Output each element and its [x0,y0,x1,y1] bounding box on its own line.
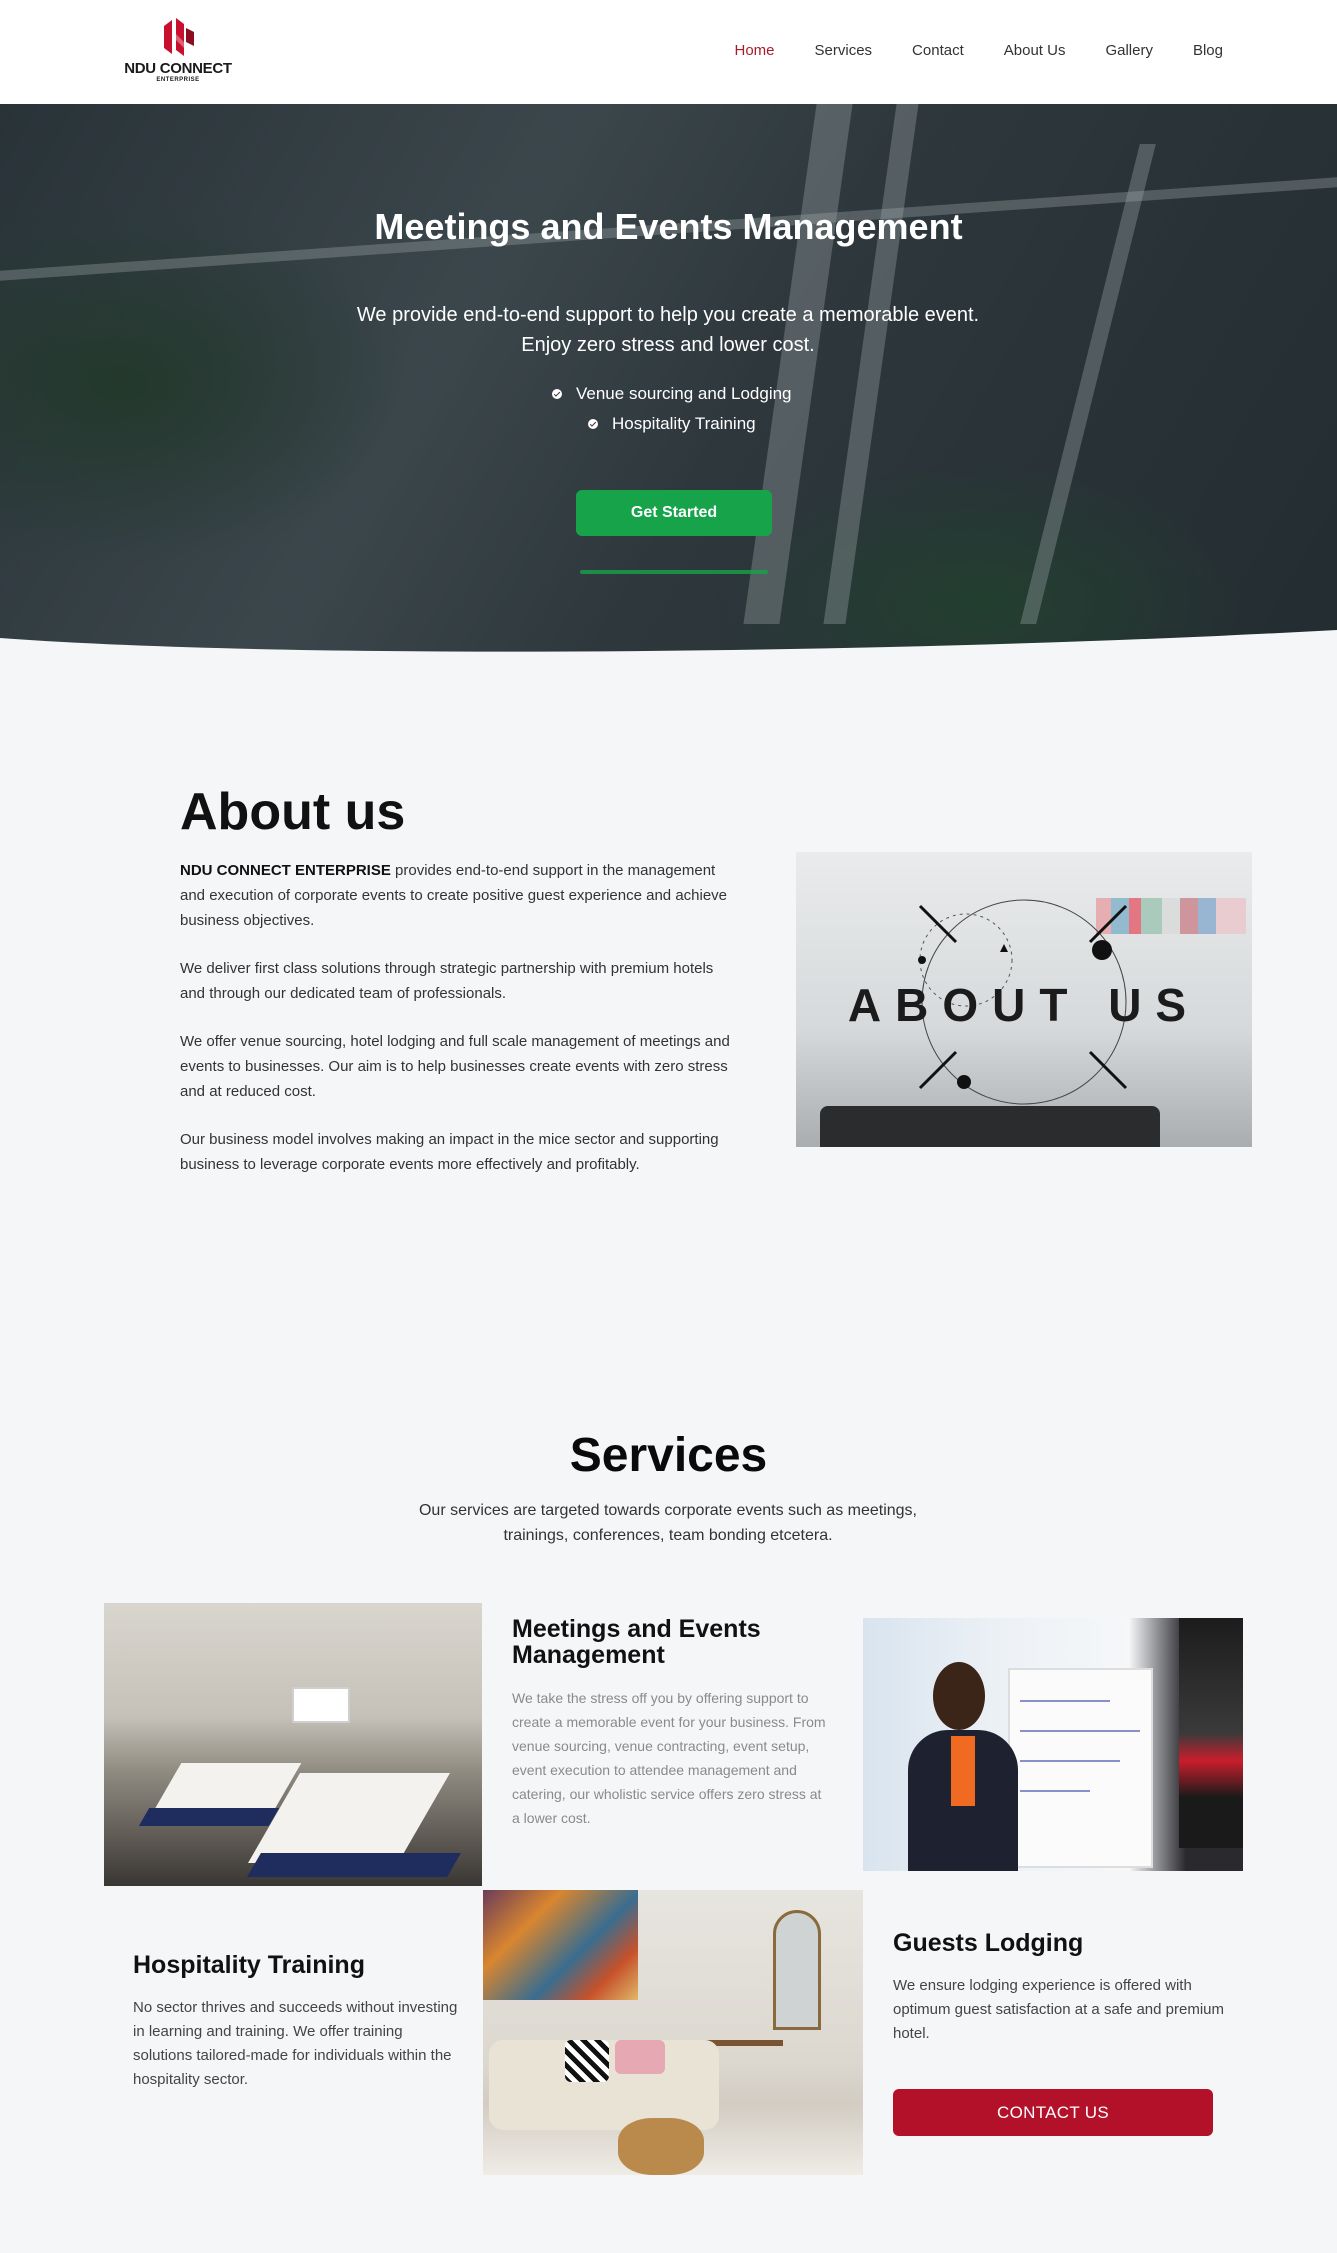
hospitality-title: Hospitality Training [133,1951,365,1979]
hero-subtitle-line-1: We provide end-to-end support to help yo… [356,304,980,326]
hero-section: Meetings and Events Management We provid… [0,104,1337,674]
main-nav: Home Services Contact About Us Gallery B… [735,42,1224,59]
hero-bullet-label: Venue sourcing and Lodging [576,384,792,403]
logo-mark-icon [164,18,194,56]
services-subtitle: Our services are targeted towards corpor… [418,1502,917,1544]
chair-row [247,1853,461,1877]
brand-logo[interactable]: NDU CONNECT ENTERPRISE [118,16,238,88]
meetings-text: We take the stress off you by offering s… [512,1690,826,1826]
hero-title: Meetings and Events Management [374,206,963,247]
hero-bullet: Hospitality Training [588,414,756,434]
pillow [615,2040,665,2074]
person-head [933,1662,985,1730]
conference-room-image [104,1603,482,1886]
nav-gallery[interactable]: Gallery [1105,42,1153,59]
nav-home[interactable]: Home [735,42,775,59]
meetings-title: Meetings and Events Management [512,1615,761,1669]
woven-stool [618,2118,704,2175]
brand-sub: ENTERPRISE [156,77,200,83]
about-paragraph-1: NDU CONNECT ENTERPRISE provides end-to-e… [180,858,740,933]
button-underline-decoration [580,570,768,574]
check-icon [588,419,598,429]
nav-services[interactable]: Services [815,42,873,59]
laptop-decoration [820,1106,1160,1147]
about-company-name: NDU CONNECT ENTERPRISE [180,862,391,879]
site-header: NDU CONNECT ENTERPRISE Home Services Con… [0,0,1337,104]
hero-subtitle-line-2: Enjoy zero stress and lower cost. [521,334,815,356]
chair-row [138,1808,280,1826]
check-icon [552,389,562,399]
nav-contact[interactable]: Contact [912,42,964,59]
brand-name: NDU CONNECT [124,60,232,77]
contact-us-button[interactable]: CONTACT US [893,2089,1213,2136]
whiteboard [1008,1668,1153,1868]
hospitality-text: No sector thrives and succeeds without i… [133,1999,458,2088]
person-shirt [951,1736,975,1806]
nav-about-us[interactable]: About Us [1004,42,1066,59]
services-title: Services [569,1429,768,1482]
lodging-room-image [483,1890,863,2175]
wall-painting [483,1890,638,2000]
hero-bullet: Venue sourcing and Lodging [552,384,792,404]
projector-screen [292,1687,350,1723]
lodging-text: We ensure lodging experience is offered … [893,1977,1224,2042]
nav-blog[interactable]: Blog [1193,42,1223,59]
pillow [565,2040,609,2082]
wall-mirror [773,1910,821,2030]
about-paragraph-4: Our business model involves making an im… [180,1131,719,1173]
wall-art [1179,1618,1243,1848]
about-title: About us [180,783,406,841]
hero-wave-divider [0,630,1337,674]
about-text: NDU CONNECT ENTERPRISE provides end-to-e… [180,858,740,1200]
about-paragraph-2: We deliver first class solutions through… [180,960,714,1002]
hero-bullet-label: Hospitality Training [612,414,756,433]
about-image: ABOUT US [796,852,1252,1147]
about-paragraph-3: We offer venue sourcing, hotel lodging a… [180,1033,730,1100]
lodging-title: Guests Lodging [893,1929,1084,1957]
trainer-image [863,1618,1243,1871]
about-image-text: ABOUT US [847,979,1201,1031]
hero-subtitle: We provide end-to-end support to help yo… [318,300,1018,360]
get-started-button[interactable]: Get Started [576,490,772,536]
